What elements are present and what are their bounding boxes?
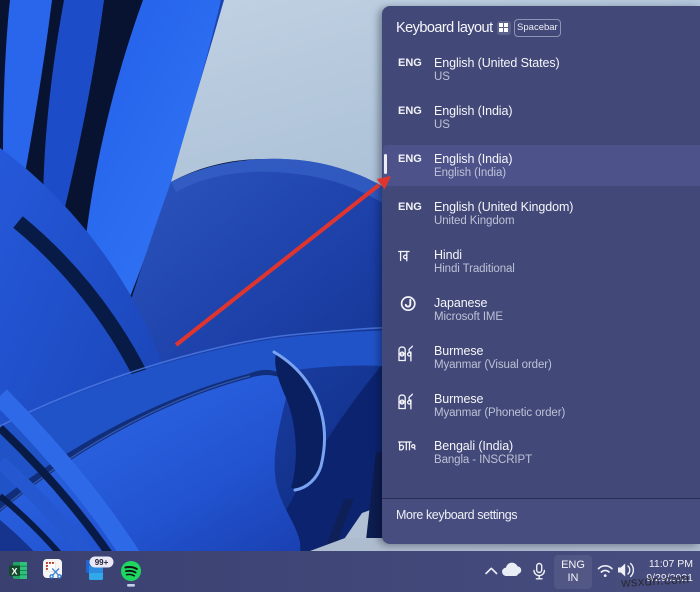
svg-text:X: X [11,567,17,577]
svg-text:99+: 99+ [95,558,109,567]
